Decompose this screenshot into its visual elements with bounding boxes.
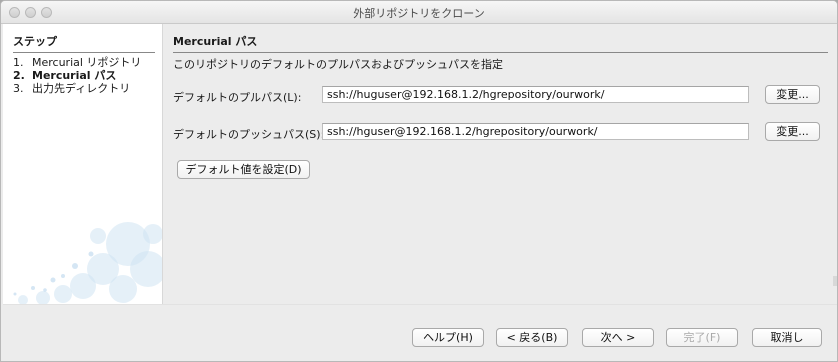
pull-path-label: デフォルトのプルパス(L): <box>173 91 302 104</box>
back-button[interactable]: < 戻る(B) <box>496 328 568 347</box>
set-default-button[interactable]: デフォルト値を設定(D) <box>177 160 310 179</box>
step-item-3: 3. 出力先ディレクトリ <box>13 80 130 96</box>
description-text: このリポジトリのデフォルトのプルパスおよびプッシュパスを指定 <box>173 58 503 71</box>
steps-header: ステップ <box>13 33 155 53</box>
steps-panel: ステップ 1. Mercurial リポジトリ 2. Mercurial パス 3.… <box>3 24 163 304</box>
cancel-button[interactable]: 取消し <box>752 328 822 347</box>
push-path-change-button[interactable]: 変更... <box>765 122 820 141</box>
pull-path-input[interactable] <box>322 86 749 103</box>
pull-path-change-button[interactable]: 変更... <box>765 85 820 104</box>
next-button[interactable]: 次へ > <box>582 328 654 347</box>
finish-button[interactable]: 完了(F) <box>666 328 738 347</box>
clone-wizard-window: 外部リポジトリをクローン ステップ 1. Mercurial リポジトリ 2. Me… <box>0 0 838 362</box>
push-path-label: デフォルトのプッシュパス(S): <box>173 128 325 141</box>
section-title: Mercurial パス <box>173 33 828 53</box>
window-edge-handle <box>833 276 837 286</box>
help-button[interactable]: ヘルプ(H) <box>412 328 484 347</box>
step-number: 3. <box>13 82 24 95</box>
title-bar: 外部リポジトリをクローン <box>1 1 837 24</box>
window-title: 外部リポジトリをクローン <box>353 7 485 20</box>
push-path-input[interactable] <box>322 123 749 140</box>
main-panel: Mercurial パス このリポジトリのデフォルトのプルパスおよびプッシュパス… <box>163 24 837 304</box>
step-label: 出力先ディレクトリ <box>32 82 131 95</box>
decorative-bubbles-graphic <box>13 222 162 304</box>
footer-divider <box>3 304 837 305</box>
